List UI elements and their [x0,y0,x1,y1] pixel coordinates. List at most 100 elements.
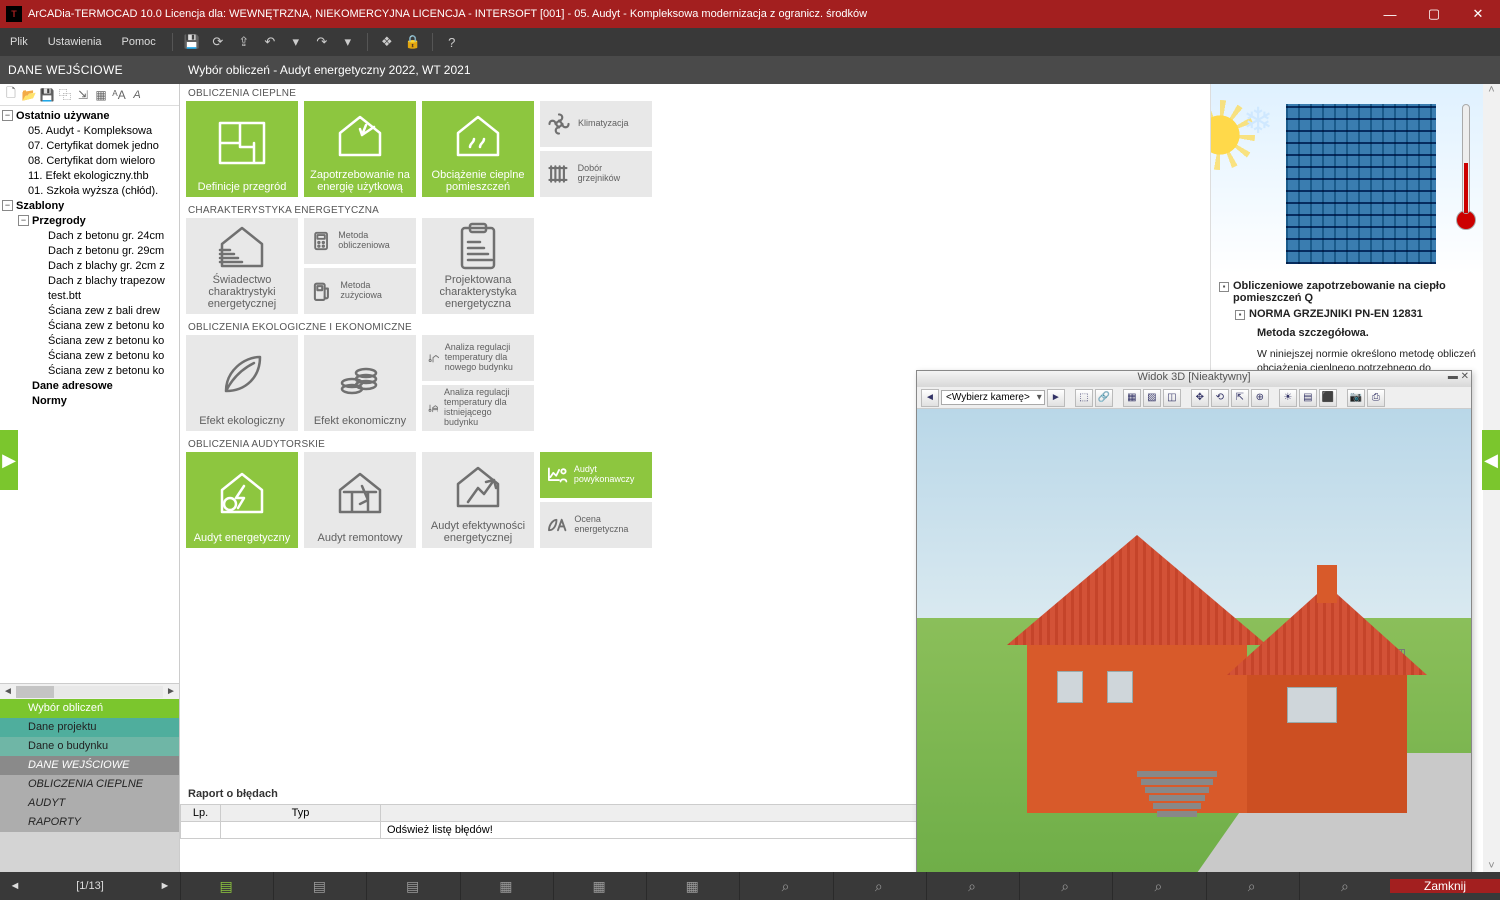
navtab-project-data[interactable]: Dane projektu [0,718,179,737]
menu-settings[interactable]: Ustawienia [38,28,112,56]
menu-file[interactable]: Plik [0,28,38,56]
save-icon[interactable]: 💾 [182,32,202,52]
modules-icon[interactable]: ❖ [377,32,397,52]
save2-icon[interactable]: 💾 [39,87,55,103]
tree-item[interactable]: Dach z blachy gr. 2cm z [0,258,179,273]
vp-tool-icon[interactable]: ⎙ [1367,389,1385,407]
tree-recent[interactable]: Ostatnio używane [16,110,110,122]
tree-item[interactable]: Ściana zew z betonu ko [0,348,179,363]
expand-right-handle[interactable]: ◀ [1482,430,1500,490]
close-button[interactable]: ✕ [1456,0,1500,28]
expand-left-handle[interactable]: ▶ [0,430,18,490]
tree-item[interactable]: Ściana zew z betonu ko [0,318,179,333]
3d-canvas[interactable] [917,409,1471,872]
tile-eco-effect[interactable]: Efekt ekologiczny [186,335,298,431]
tree-item[interactable]: test.btt [0,288,179,303]
3d-viewport-window[interactable]: Widok 3D [Nieaktywny]▬ ✕ ◄ <Wybierz kame… [916,370,1472,872]
tree-h-scrollbar[interactable]: ◄ ► [0,683,179,699]
viewport-close-icon[interactable]: ▬ ✕ [1448,371,1469,382]
vp-tool-icon[interactable]: ✥ [1191,389,1209,407]
tree-address[interactable]: Dane adresowe [32,380,113,392]
tile-energy-demand[interactable]: Zapotrzebowanie na energię użytkową [304,101,416,197]
bottom-tab-icon[interactable]: ⌕ [926,872,1017,900]
collapse-icon[interactable]: − [18,215,29,226]
bottom-tab-icon[interactable]: ⌕ [1299,872,1390,900]
tree-item[interactable]: Ściana zew z betonu ko [0,333,179,348]
tree-partitions[interactable]: Przegrody [32,215,86,227]
menu-help[interactable]: Pomoc [112,28,166,56]
tile-energy-audit[interactable]: Audyt energetyczny [186,452,298,548]
new-icon[interactable]: 🗋 [3,87,19,103]
vp-tool-icon[interactable]: ▤ [1299,389,1317,407]
tree-templates[interactable]: Szablony [16,200,64,212]
bottom-tab-icon[interactable]: ▤ [273,872,364,900]
undo-drop-icon[interactable]: ▾ [286,32,306,52]
vp-tool-icon[interactable]: ⊕ [1251,389,1269,407]
navtab-calc-choice[interactable]: Wybór obliczeń [0,699,179,718]
navtab-input-data[interactable]: DANE WEJŚCIOWE [0,756,179,775]
bottom-tab-icon[interactable]: ▦ [460,872,551,900]
vp-tool-icon[interactable]: ⬚ [1075,389,1093,407]
bottom-tab-icon[interactable]: ⌕ [1112,872,1203,900]
project-tree[interactable]: −Ostatnio używane 05. Audyt - Kompleksow… [0,106,179,683]
vp-tool-icon[interactable]: ⇱ [1231,389,1249,407]
tile-usage-method[interactable]: Metoda zużyciowa [304,268,416,314]
export-icon[interactable]: ⇪ [234,32,254,52]
vp-tool-icon[interactable]: ⟲ [1211,389,1229,407]
vp-tool-icon[interactable]: ▨ [1143,389,1161,407]
scroll-thumb[interactable] [16,686,54,698]
bottom-tab-icon[interactable]: ▤ [366,872,457,900]
vp-next-icon[interactable]: ► [1047,389,1065,407]
bottom-tab-icon[interactable]: ⌕ [1206,872,1297,900]
font-icon[interactable]: A [129,87,145,103]
bottom-tab-icon[interactable]: ⌕ [1019,872,1110,900]
vp-tool-icon[interactable]: ⬛ [1319,389,1337,407]
maximize-button[interactable]: ▢ [1412,0,1456,28]
tile-post-audit[interactable]: Audyt powykonawczy [540,452,652,498]
tile-temp-new[interactable]: Analiza regulacji temperatury dla nowego… [422,335,534,381]
tile-partition-def[interactable]: Definicje przegród [186,101,298,197]
scroll-left-icon[interactable]: ◄ [0,686,16,697]
tree-item[interactable]: Ściana zew z betonu ko [0,363,179,378]
tree-norms[interactable]: Normy [32,395,67,407]
help-icon[interactable]: ? [442,32,462,52]
collapse-icon[interactable]: − [2,110,13,121]
open-icon[interactable]: 📂 [21,87,37,103]
scroll-up-icon[interactable]: ˄ [1488,84,1494,96]
tile-econ-effect[interactable]: Efekt ekonomiczny [304,335,416,431]
tile-temp-existing[interactable]: Analiza regulacji temperatury dla istnie… [422,385,534,431]
tree-item[interactable]: Dach z betonu gr. 24cm [0,228,179,243]
tree-item[interactable]: 01. Szkoła wyższa (chłód). [0,183,179,198]
undo-icon[interactable]: ↶ [260,32,280,52]
camera-select[interactable]: <Wybierz kamerę> [941,390,1045,405]
vp-prev-icon[interactable]: ◄ [921,389,939,407]
tile-calc-method[interactable]: Metoda obliczeniowa [304,218,416,264]
tree-item[interactable]: 07. Certyfikat domek jedno [0,138,179,153]
tile-renovation-audit[interactable]: Audyt remontowy [304,452,416,548]
tile-heat-load[interactable]: Obciążenie cieplne pomieszczeń [422,101,534,197]
navtab-audit[interactable]: AUDYT [0,794,179,813]
navtab-building-data[interactable]: Dane o budynku [0,737,179,756]
vp-tool-icon[interactable]: 🔗 [1095,389,1113,407]
bottom-tab-icon[interactable]: ▤ [180,872,271,900]
refresh-icon[interactable]: ⟳ [208,32,228,52]
page-next-button[interactable]: ► [150,872,180,900]
tile-designed-char[interactable]: Projektowana charakterystyka energetyczn… [422,218,534,314]
bottom-tab-icon[interactable]: ⌕ [739,872,830,900]
expand-box-icon[interactable]: ▪ [1219,282,1229,292]
bottom-tab-icon[interactable]: ⌕ [833,872,924,900]
scroll-right-icon[interactable]: ► [163,686,179,697]
bottom-tab-icon[interactable]: ▦ [646,872,737,900]
tile-efficiency-audit[interactable]: Audyt efektywności energetycznej [422,452,534,548]
tree-item[interactable]: Dach z betonu gr. 29cm [0,243,179,258]
redo-drop-icon[interactable]: ▾ [338,32,358,52]
tile-radiators[interactable]: Dobór grzejników [540,151,652,197]
tile-energy-rating[interactable]: Ocena energetyczna [540,502,652,548]
grid-icon[interactable]: ▦ [93,87,109,103]
vp-tool-icon[interactable]: ☀ [1279,389,1297,407]
close-app-button[interactable]: Zamknij [1390,879,1500,893]
navtab-reports[interactable]: RAPORTY [0,813,179,832]
lock-icon[interactable]: 🔒 [403,32,423,52]
tree-item[interactable]: 11. Efekt ekologiczny.thb [0,168,179,183]
tree-item[interactable]: Dach z blachy trapezow [0,273,179,288]
